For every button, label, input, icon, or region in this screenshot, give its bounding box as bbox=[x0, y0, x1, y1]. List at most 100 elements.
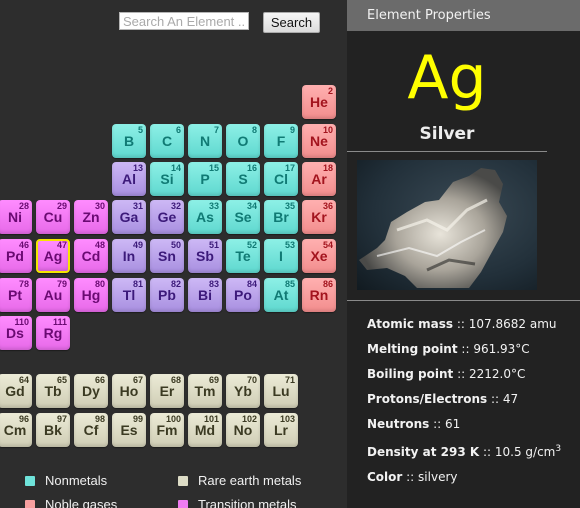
property-key: Neutrons bbox=[367, 417, 430, 431]
element-symbol: Ag bbox=[407, 43, 487, 113]
element-symbol: Cf bbox=[83, 422, 99, 438]
search-button[interactable]: Search bbox=[263, 12, 320, 33]
element-symbol: As bbox=[196, 209, 214, 225]
element-tile-cl[interactable]: 17 Cl bbox=[264, 162, 298, 196]
search-input[interactable] bbox=[119, 12, 249, 30]
element-tile-au[interactable]: 79 Au bbox=[36, 278, 70, 312]
property-key: Color bbox=[367, 470, 403, 484]
element-tile-kr[interactable]: 36 Kr bbox=[302, 200, 336, 234]
element-tile-no[interactable]: 102 No bbox=[226, 413, 260, 447]
element-symbol: C bbox=[161, 133, 173, 149]
element-tile-i[interactable]: 53 I bbox=[264, 239, 298, 273]
element-tile-b[interactable]: 5B bbox=[112, 124, 146, 158]
element-tile-tm[interactable]: 69 Tm bbox=[188, 374, 222, 408]
element-tile-te[interactable]: 52 Te bbox=[226, 239, 260, 273]
element-tile-ds[interactable]: 110 Ds bbox=[0, 316, 32, 350]
element-tile-pb[interactable]: 82 Pb bbox=[150, 278, 184, 312]
element-tile-cd[interactable]: 48 Cd bbox=[74, 239, 108, 273]
element-tile-sn[interactable]: 50 Sn bbox=[150, 239, 184, 273]
element-symbol: Al bbox=[122, 171, 136, 187]
element-tile-c[interactable]: 6C bbox=[150, 124, 184, 158]
element-tile-fm[interactable]: 100 Fm bbox=[150, 413, 184, 447]
element-tile-ar[interactable]: 18 Ar bbox=[302, 162, 336, 196]
element-tile-yb[interactable]: 70 Yb bbox=[226, 374, 260, 408]
element-tile-es[interactable]: 99 Es bbox=[112, 413, 146, 447]
element-symbol: Ne bbox=[310, 133, 328, 149]
element-tile-al[interactable]: 13 Al bbox=[112, 162, 146, 196]
element-symbol: N bbox=[199, 133, 211, 149]
element-tile-he[interactable]: 2 He bbox=[302, 85, 336, 119]
element-symbol: Hg bbox=[81, 287, 101, 303]
element-tile-pd[interactable]: 46 Pd bbox=[0, 239, 32, 273]
element-tile-tl[interactable]: 81 Tl bbox=[112, 278, 146, 312]
legend-label: Nonmetals bbox=[45, 473, 108, 488]
property-value: 107.8682 amu bbox=[468, 317, 557, 331]
element-tile-ni[interactable]: 28 Ni bbox=[0, 200, 32, 234]
element-properties-panel: Element Properties Ag Silver Atomic mass… bbox=[347, 0, 580, 508]
property-row: Melting point :: 961.93°C bbox=[367, 342, 530, 356]
property-value: 961.93°C bbox=[473, 342, 530, 356]
element-tile-ga[interactable]: 31 Ga bbox=[112, 200, 146, 234]
element-tile-ho[interactable]: 67 Ho bbox=[112, 374, 146, 408]
element-tile-lu[interactable]: 71 Lu bbox=[264, 374, 298, 408]
element-tile-cm[interactable]: 96 Cm bbox=[0, 413, 32, 447]
property-separator: :: bbox=[402, 470, 419, 484]
property-key: Protons/Electrons bbox=[367, 392, 488, 406]
element-symbol: He bbox=[310, 94, 328, 110]
element-tile-ge[interactable]: 32 Ge bbox=[150, 200, 184, 234]
element-symbol: Ho bbox=[119, 383, 139, 399]
element-tile-cf[interactable]: 98 Cf bbox=[74, 413, 108, 447]
silver-crystal-image bbox=[359, 168, 507, 288]
element-symbol: Po bbox=[234, 287, 252, 303]
property-value: 47 bbox=[502, 392, 519, 406]
element-tile-at[interactable]: 85 At bbox=[264, 278, 298, 312]
element-symbol: Bi bbox=[198, 287, 212, 303]
element-tile-in[interactable]: 49 In bbox=[112, 239, 146, 273]
element-tile-si[interactable]: 14 Si bbox=[150, 162, 184, 196]
element-symbol: P bbox=[200, 171, 210, 187]
element-tile-po[interactable]: 84 Po bbox=[226, 278, 260, 312]
element-symbol: F bbox=[276, 133, 286, 149]
element-tile-se[interactable]: 34 Se bbox=[226, 200, 260, 234]
element-tile-md[interactable]: 101 Md bbox=[188, 413, 222, 447]
element-tile-bi[interactable]: 83 Bi bbox=[188, 278, 222, 312]
element-tile-gd[interactable]: 64 Gd bbox=[0, 374, 32, 408]
element-symbol: Ge bbox=[157, 209, 177, 225]
element-tile-bk[interactable]: 97 Bk bbox=[36, 413, 70, 447]
element-tile-ag[interactable]: 47 Ag bbox=[36, 239, 70, 273]
element-tile-sb[interactable]: 51 Sb bbox=[188, 239, 222, 273]
element-tile-pt[interactable]: 78 Pt bbox=[0, 278, 32, 312]
element-symbol: Tm bbox=[194, 383, 216, 399]
element-tile-s[interactable]: 16 S bbox=[226, 162, 260, 196]
element-symbol: Sb bbox=[196, 248, 214, 264]
element-tile-er[interactable]: 68 Er bbox=[150, 374, 184, 408]
element-tile-dy[interactable]: 66 Dy bbox=[74, 374, 108, 408]
element-tile-hg[interactable]: 80 Hg bbox=[74, 278, 108, 312]
panel-title: Element Properties bbox=[347, 0, 580, 31]
element-tile-ne[interactable]: 10 Ne bbox=[302, 124, 336, 158]
element-symbol: Es bbox=[120, 422, 138, 438]
element-tile-rg[interactable]: 111 Rg bbox=[36, 316, 70, 350]
element-tile-tb[interactable]: 65 Tb bbox=[36, 374, 70, 408]
element-photo bbox=[357, 160, 537, 290]
element-symbol: Pd bbox=[6, 248, 24, 264]
element-tile-n[interactable]: 7N bbox=[188, 124, 222, 158]
element-tile-o[interactable]: 8O bbox=[226, 124, 260, 158]
element-symbol: Cu bbox=[43, 209, 63, 225]
element-tile-f[interactable]: 9F bbox=[264, 124, 298, 158]
property-row: Boiling point :: 2212.0°C bbox=[367, 367, 525, 381]
element-symbol: Pb bbox=[158, 287, 176, 303]
element-tile-zn[interactable]: 30 Zn bbox=[74, 200, 108, 234]
element-symbol: Te bbox=[235, 248, 251, 264]
element-tile-lr[interactable]: 103 Lr bbox=[264, 413, 298, 447]
element-tile-p[interactable]: 15 P bbox=[188, 162, 222, 196]
property-value: silvery bbox=[418, 470, 458, 484]
element-tile-xe[interactable]: 54 Xe bbox=[302, 239, 336, 273]
element-tile-rn[interactable]: 86 Rn bbox=[302, 278, 336, 312]
element-tile-as[interactable]: 33 As bbox=[188, 200, 222, 234]
property-separator: :: bbox=[487, 392, 503, 406]
divider bbox=[347, 151, 547, 152]
element-tile-br[interactable]: 35 Br bbox=[264, 200, 298, 234]
element-symbol: Cd bbox=[81, 248, 101, 264]
element-tile-cu[interactable]: 29 Cu bbox=[36, 200, 70, 234]
